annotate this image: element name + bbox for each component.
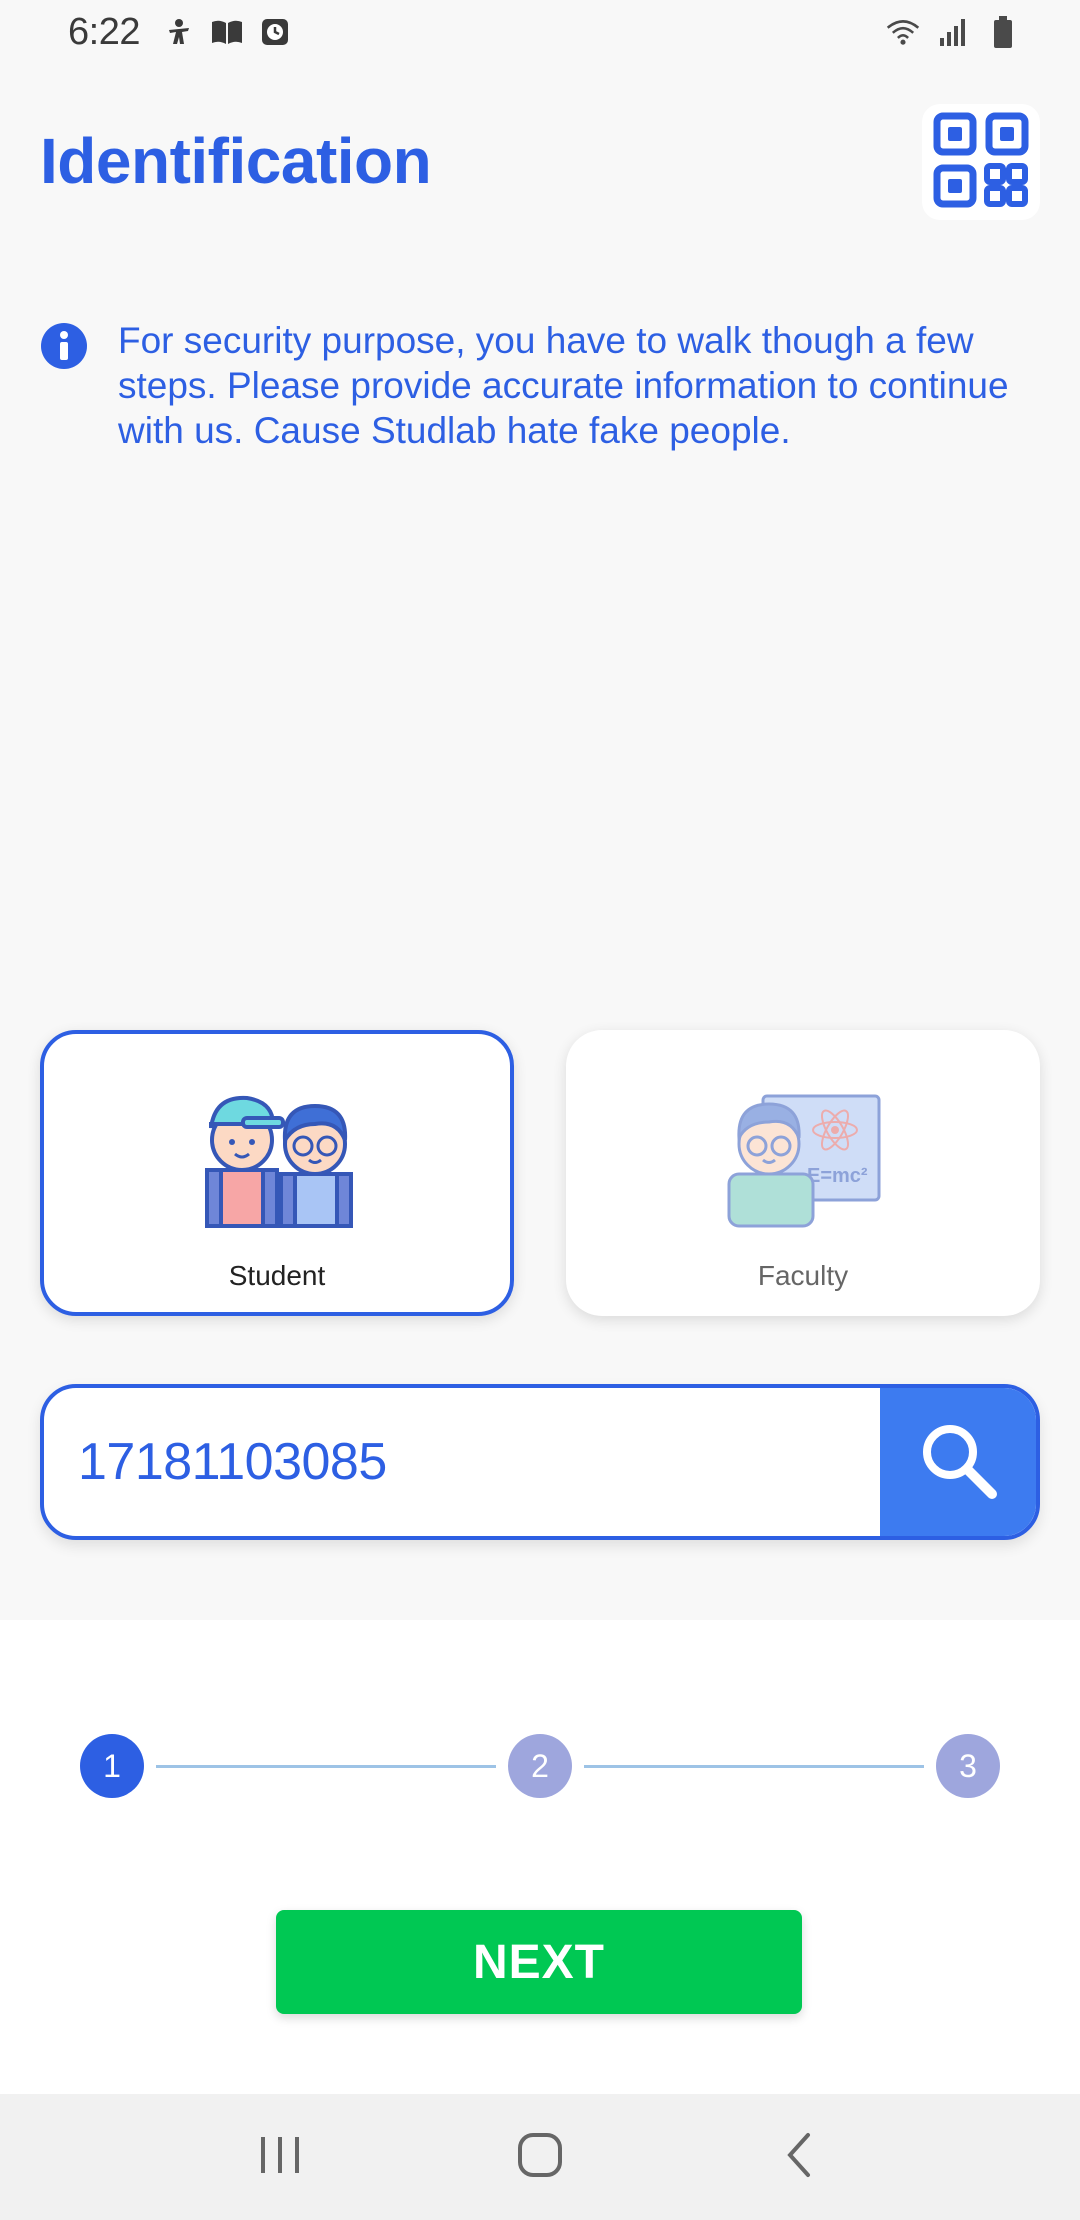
search-button[interactable] bbox=[880, 1388, 1036, 1536]
status-left-icons bbox=[162, 15, 292, 49]
signal-icon bbox=[936, 15, 970, 49]
page-title: Identification bbox=[40, 125, 432, 197]
system-nav-bar bbox=[0, 2094, 1080, 2220]
back-icon bbox=[780, 2130, 820, 2185]
students-illustration bbox=[197, 1078, 357, 1228]
wifi-icon bbox=[886, 15, 920, 49]
status-bar: 6:22 bbox=[0, 0, 1080, 64]
step-2: 2 bbox=[508, 1734, 572, 1798]
id-search-input[interactable] bbox=[44, 1388, 880, 1536]
status-right-icons bbox=[886, 15, 1020, 49]
step-3: 3 bbox=[936, 1734, 1000, 1798]
home-button[interactable] bbox=[500, 2117, 580, 2197]
book-icon bbox=[210, 15, 244, 49]
recent-apps-icon bbox=[255, 2133, 305, 2182]
recent-apps-button[interactable] bbox=[240, 2117, 320, 2197]
battery-icon bbox=[986, 15, 1020, 49]
bottom-panel: 1 2 3 NEXT bbox=[0, 1620, 1080, 2094]
info-icon bbox=[40, 322, 88, 370]
identification-screen: 6:22 Identification For security purpose… bbox=[0, 0, 1080, 2220]
teacher-illustration: E=mc² bbox=[723, 1078, 883, 1228]
accessibility-icon bbox=[162, 15, 196, 49]
back-button[interactable] bbox=[760, 2117, 840, 2197]
info-block: For security purpose, you have to walk t… bbox=[40, 318, 1020, 453]
home-icon bbox=[515, 2130, 565, 2185]
stepper: 1 2 3 bbox=[80, 1734, 1000, 1798]
next-button[interactable]: NEXT bbox=[276, 1910, 802, 2014]
role-card-student[interactable]: Student bbox=[40, 1030, 514, 1316]
step-1: 1 bbox=[80, 1734, 144, 1798]
info-text: For security purpose, you have to walk t… bbox=[118, 320, 1009, 451]
svg-text:E=mc²: E=mc² bbox=[807, 1165, 868, 1187]
role-label-student: Student bbox=[228, 1260, 326, 1291]
role-card-faculty[interactable]: E=mc² Faculty bbox=[566, 1030, 1040, 1316]
status-time: 6:22 bbox=[68, 10, 140, 53]
role-label-faculty: Faculty bbox=[757, 1260, 849, 1291]
step-connector bbox=[584, 1765, 924, 1768]
clock-icon bbox=[258, 15, 292, 49]
step-connector bbox=[156, 1765, 496, 1768]
qr-code-button[interactable] bbox=[922, 104, 1040, 220]
search-box bbox=[40, 1384, 1040, 1540]
qr-code-icon bbox=[933, 112, 1029, 213]
search-icon bbox=[916, 1418, 1000, 1507]
